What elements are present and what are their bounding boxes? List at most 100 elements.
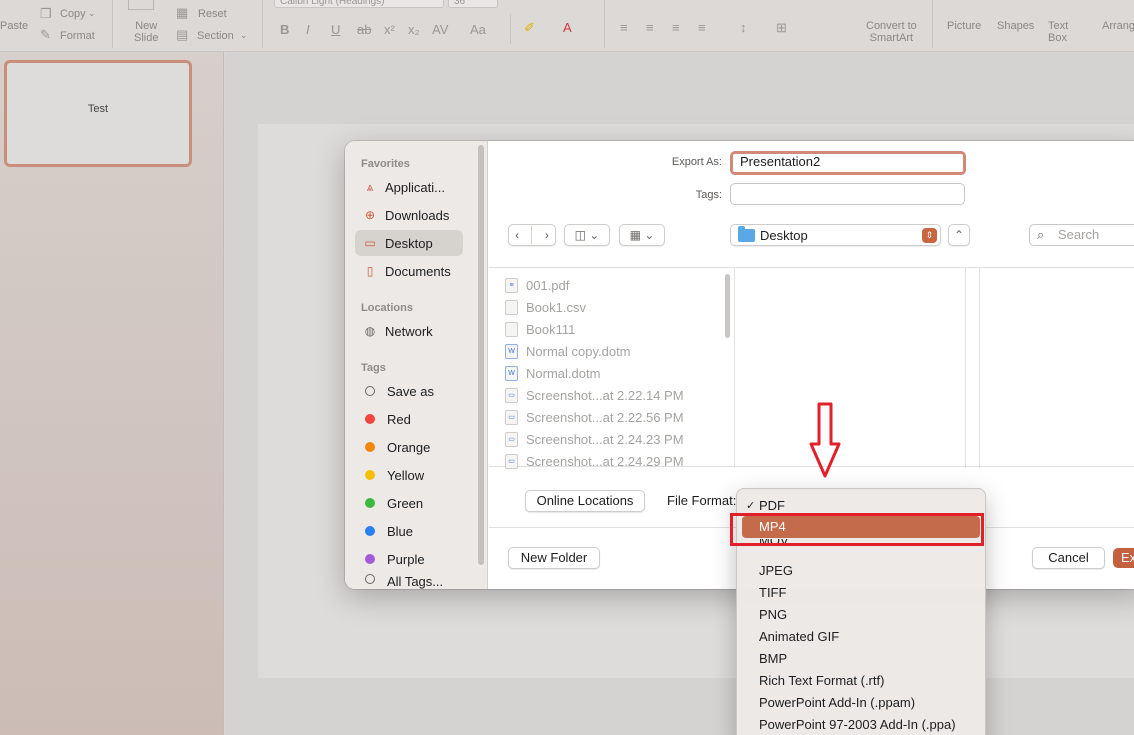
arrange-button[interactable]: Arrang bbox=[1102, 20, 1134, 32]
search-field[interactable]: ⌕ Search bbox=[1029, 224, 1134, 246]
convert-smartart-button[interactable]: Convert to SmartArt bbox=[866, 20, 917, 44]
text-box-button[interactable]: Text Box bbox=[1048, 20, 1068, 44]
sidebar-item-applications[interactable]: ⩓ Applicati... bbox=[355, 174, 463, 200]
column-divider[interactable] bbox=[965, 268, 966, 468]
tags-field[interactable] bbox=[730, 183, 965, 205]
italic-icon[interactable]: I bbox=[306, 22, 310, 37]
menu-item-ppam[interactable]: PowerPoint Add-In (.ppam) bbox=[737, 692, 985, 714]
font-name-box[interactable]: Calibri Light (Headings) bbox=[274, 0, 444, 8]
sidebar-tag-red[interactable]: Red bbox=[355, 406, 463, 432]
menu-item-tiff[interactable]: TIFF bbox=[737, 582, 985, 604]
picture-button[interactable]: Picture bbox=[947, 20, 981, 32]
file-list-scrollbar[interactable] bbox=[725, 274, 730, 338]
text-direction-icon[interactable]: ⊞ bbox=[776, 20, 787, 36]
sidebar-tag-yellow[interactable]: Yellow bbox=[355, 462, 463, 488]
file-item[interactable]: Book111 bbox=[505, 319, 575, 339]
cancel-button[interactable]: Cancel bbox=[1032, 547, 1105, 569]
section-button[interactable]: Section bbox=[197, 30, 234, 42]
file-item[interactable]: ▭ Screenshot...at 2.24.29 PM bbox=[505, 451, 684, 471]
locations-heading: Locations bbox=[361, 302, 413, 314]
documents-icon: ▯ bbox=[366, 264, 374, 278]
align-center-icon[interactable]: ≡ bbox=[646, 20, 654, 35]
file-name: Normal.dotm bbox=[526, 365, 601, 381]
ribbon-divider bbox=[604, 0, 605, 48]
sidebar-item-label: Blue bbox=[387, 523, 414, 539]
character-spacing-icon[interactable]: AV bbox=[432, 22, 448, 37]
underline-icon[interactable]: U bbox=[331, 22, 340, 37]
align-left-icon[interactable]: ≡ bbox=[620, 20, 628, 35]
change-case-icon[interactable]: Aa bbox=[470, 22, 486, 37]
font-size-box[interactable]: 36 bbox=[448, 0, 498, 8]
new-folder-button[interactable]: New Folder bbox=[508, 547, 600, 569]
menu-item-png[interactable]: PNG bbox=[737, 604, 985, 626]
sidebar-item-documents[interactable]: ▯ Documents bbox=[355, 258, 463, 284]
copy-button[interactable]: Copy bbox=[60, 8, 86, 20]
sidebar-scrollbar[interactable] bbox=[478, 145, 484, 565]
file-item[interactable]: Book1.csv bbox=[505, 297, 586, 317]
menu-item-label: PNG bbox=[759, 607, 788, 622]
line-spacing-icon[interactable]: ↕ bbox=[740, 20, 747, 35]
shapes-button[interactable]: Shapes bbox=[997, 20, 1034, 32]
menu-item-animated-gif[interactable]: Animated GIF bbox=[737, 626, 985, 648]
menu-item-bmp[interactable]: BMP bbox=[737, 648, 985, 670]
copy-dropdown-icon[interactable]: ⌄ bbox=[88, 8, 96, 19]
sidebar-item-label: Orange bbox=[387, 439, 431, 455]
document-file-icon bbox=[505, 321, 518, 337]
blue-tag-dot-icon bbox=[365, 526, 375, 536]
file-item[interactable]: ≡ 001.pdf bbox=[505, 275, 569, 295]
sidebar-tag-orange[interactable]: Orange bbox=[355, 434, 463, 460]
green-tag-dot-icon bbox=[365, 498, 375, 508]
file-item[interactable]: ▭ Screenshot...at 2.22.14 PM bbox=[505, 385, 684, 405]
word-file-icon: W bbox=[505, 343, 518, 359]
font-color-icon[interactable]: A bbox=[563, 20, 572, 35]
file-item[interactable]: W Normal.dotm bbox=[505, 363, 600, 383]
highlight-color-icon[interactable]: ✐ bbox=[524, 20, 535, 36]
online-locations-button[interactable]: Online Locations bbox=[525, 490, 645, 512]
ribbon-divider bbox=[932, 0, 933, 48]
tags-heading: Tags bbox=[361, 362, 386, 374]
sidebar-tag-blue[interactable]: Blue bbox=[355, 518, 463, 544]
menu-item-ppa[interactable]: PowerPoint 97-2003 Add-In (.ppa) bbox=[737, 714, 985, 735]
superscript-icon[interactable]: x² bbox=[384, 22, 395, 37]
paste-button[interactable]: Paste bbox=[0, 20, 28, 32]
strikethrough-icon[interactable]: ab bbox=[357, 22, 371, 37]
group-button[interactable]: ▦ ⌄ bbox=[619, 224, 665, 246]
sidebar-item-network[interactable]: ◍ Network bbox=[355, 318, 463, 344]
justify-icon[interactable]: ≡ bbox=[698, 20, 706, 35]
column-divider[interactable] bbox=[734, 268, 735, 468]
sidebar-all-tags[interactable]: All Tags... bbox=[355, 574, 463, 589]
sidebar-tag-purple[interactable]: Purple bbox=[355, 546, 463, 572]
file-item[interactable]: ▭ Screenshot...at 2.22.56 PM bbox=[505, 407, 684, 427]
sidebar-item-downloads[interactable]: ⊕ Downloads bbox=[355, 202, 463, 228]
forward-icon[interactable]: › bbox=[545, 228, 549, 242]
all-tags-icon bbox=[365, 574, 375, 584]
column-divider[interactable] bbox=[979, 268, 980, 468]
bold-icon[interactable]: B bbox=[280, 22, 289, 37]
sidebar-item-desktop[interactable]: ▭ Desktop bbox=[355, 230, 463, 256]
export-button[interactable]: Export bbox=[1113, 548, 1134, 568]
copy-icon: ❐ bbox=[40, 6, 52, 21]
menu-item-label: PDF bbox=[759, 498, 785, 513]
section-dropdown-icon[interactable]: ⌄ bbox=[240, 30, 248, 41]
slide-thumbnail[interactable]: Test bbox=[4, 60, 192, 167]
purple-tag-dot-icon bbox=[365, 554, 375, 564]
collapse-button[interactable]: ⌃ bbox=[948, 224, 970, 246]
sidebar-tag-green[interactable]: Green bbox=[355, 490, 463, 516]
file-item[interactable]: W Normal copy.dotm bbox=[505, 341, 631, 361]
format-painter-button[interactable]: Format bbox=[60, 30, 95, 42]
export-as-field[interactable]: Presentation2 bbox=[730, 151, 966, 175]
subscript-icon[interactable]: x₂ bbox=[408, 22, 420, 37]
reset-button[interactable]: Reset bbox=[198, 8, 227, 20]
sidebar-tag-save-as[interactable]: Save as bbox=[355, 378, 463, 404]
word-file-icon: W bbox=[505, 365, 518, 381]
menu-item-jpeg[interactable]: JPEG bbox=[737, 560, 985, 582]
folder-icon bbox=[738, 225, 755, 242]
back-icon[interactable]: ‹ bbox=[515, 228, 519, 242]
new-slide-button[interactable]: New Slide bbox=[134, 20, 158, 44]
align-right-icon[interactable]: ≡ bbox=[672, 20, 680, 35]
location-popup[interactable]: Desktop ⇕ bbox=[730, 224, 941, 246]
view-columns-button[interactable]: ◫ ⌄ bbox=[564, 224, 610, 246]
menu-item-rtf[interactable]: Rich Text Format (.rtf) bbox=[737, 670, 985, 692]
file-item[interactable]: ▭ Screenshot...at 2.24.23 PM bbox=[505, 429, 684, 449]
sidebar-item-label: Documents bbox=[385, 263, 451, 279]
